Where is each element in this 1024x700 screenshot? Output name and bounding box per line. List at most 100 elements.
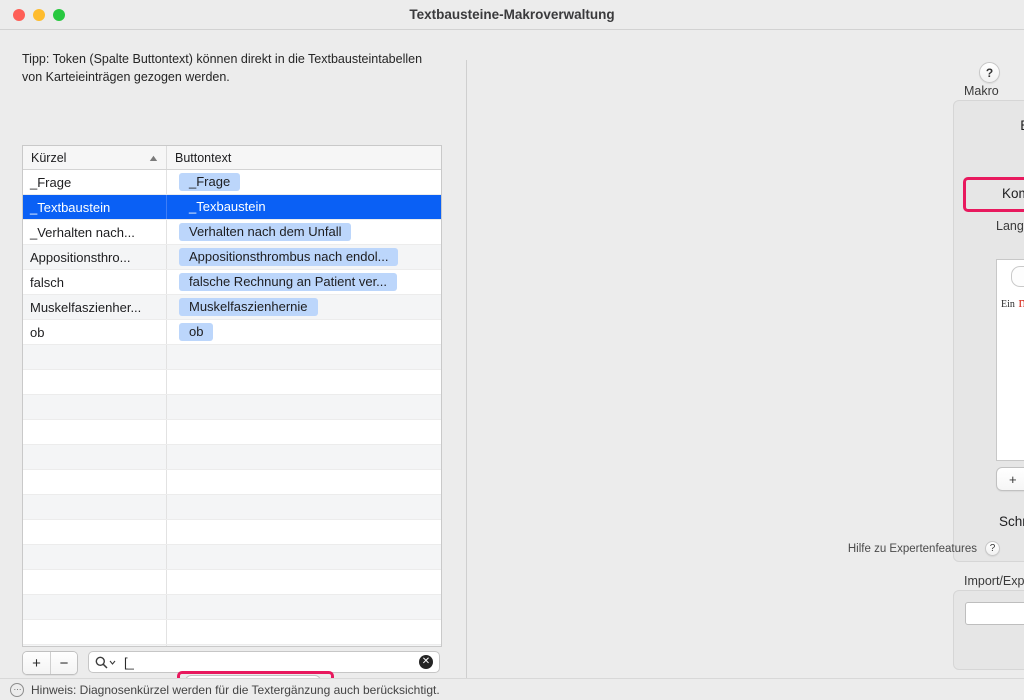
table-row-empty[interactable] (23, 420, 441, 445)
table-row-empty[interactable] (23, 620, 441, 645)
traffic-light-controls[interactable] (0, 8, 65, 21)
buttontext-token[interactable]: _Frage (179, 173, 241, 191)
column-header-kuerzel-label: Kürzel (31, 150, 67, 165)
field-row-kuerzel: Kürzel _Textbaustein (986, 146, 1024, 168)
font-size-inherit-row: Schriftgrößenübernahme ? wie praxisweit … (999, 509, 1024, 533)
table-row[interactable]: falsch falsche Rechnung an Patient ver... (23, 270, 441, 295)
remove-macro-button[interactable]: − (50, 652, 77, 674)
search-input[interactable]: [_ (116, 655, 419, 670)
table-row-empty[interactable] (23, 470, 441, 495)
styled-run-neuer: neuer (1018, 295, 1024, 311)
table-add-remove-group[interactable]: + − (22, 651, 78, 675)
close-window-icon[interactable] (13, 8, 25, 21)
cell-buttontext: Verhalten nach dem Unfall (167, 220, 441, 244)
dialog-help-button[interactable]: ? (979, 62, 1000, 83)
search-icon[interactable] (95, 656, 116, 669)
buttontext-token[interactable]: falsche Rechnung an Patient ver... (179, 273, 398, 291)
cell-kuerzel (23, 570, 167, 594)
cell-buttontext: Appositionsthrombus nach endol... (167, 245, 441, 269)
langtext-line-1: Auswahl Karteieinträge ANA,DOK,DIA (1011, 266, 1024, 287)
clear-search-icon[interactable]: ✕ (419, 655, 433, 669)
window-title: Textbausteine-Makroverwaltung (409, 7, 615, 22)
cell-buttontext (167, 570, 441, 594)
buttontext-token[interactable]: _Texbaustein (179, 198, 276, 216)
macro-table[interactable]: Kürzel ▲ Buttontext _Frage _Frage _Textbau… (22, 145, 442, 647)
langtext-label: Langtext (996, 219, 1024, 233)
cell-kuerzel: _Textbaustein (23, 195, 167, 219)
cell-buttontext: Muskelfaszienhernie (167, 295, 441, 319)
column-header-buttontext-label: Buttontext (175, 150, 232, 165)
label-schriftgroessenuebernahme: Schriftgrößenübernahme (999, 513, 1024, 529)
table-row-empty[interactable] (23, 345, 441, 370)
expert-help-label: Hilfe zu Expertenfeatures (847, 542, 977, 555)
column-header-buttontext[interactable]: Buttontext (167, 146, 441, 169)
buttontext-token[interactable]: Appositionsthrombus nach endol... (179, 248, 399, 266)
sort-ascending-icon: ▲ (147, 152, 160, 163)
add-macro-button[interactable]: + (23, 652, 50, 674)
cell-kuerzel: falsch (23, 270, 167, 294)
table-body[interactable]: _Frage _Frage _Textbaustein _Texbaustein _Ve… (23, 170, 441, 646)
cell-buttontext (167, 445, 441, 469)
makro-group-label: Makro (964, 84, 999, 98)
cell-kuerzel (23, 545, 167, 569)
langtext-editor[interactable]: Auswahl Karteieinträge ANA,DOK,DIA Ein n… (996, 259, 1024, 461)
expert-help-row[interactable]: Hilfe zu Expertenfeatures ? (848, 541, 1000, 556)
table-row[interactable]: _Frage _Frage (23, 170, 441, 195)
table-row[interactable]: _Textbaustein _Texbaustein (23, 195, 441, 220)
table-row[interactable]: _Verhalten nach... Verhalten nach dem Unf… (23, 220, 441, 245)
expert-help-button[interactable]: ? (985, 541, 1000, 556)
status-bar: ⋯ Hinweis: Diagnosenkürzel werden für di… (0, 678, 1024, 700)
table-row-empty[interactable] (23, 570, 441, 595)
table-row-empty[interactable] (23, 645, 441, 646)
import-export-group-label: Import/Export (964, 574, 1024, 588)
cell-kuerzel: Muskelfaszienher... (23, 295, 167, 319)
table-row-empty[interactable] (23, 445, 441, 470)
cell-kuerzel: _Frage (23, 170, 167, 194)
cell-buttontext (167, 595, 441, 619)
cell-buttontext (167, 645, 441, 646)
cell-buttontext (167, 420, 441, 444)
cell-buttontext: ob (167, 320, 441, 344)
styled-text-run-group: Ein neuer Text (1001, 291, 1024, 313)
import-export-path-input[interactable] (965, 602, 1024, 625)
table-row[interactable]: Muskelfaszienher... Muskelfaszienhernie (23, 295, 441, 320)
table-row-empty[interactable] (23, 495, 441, 520)
cell-kuerzel (23, 520, 167, 544)
add-new-question-button[interactable]: + neue Frage (996, 467, 1024, 491)
cell-kuerzel: ob (23, 320, 167, 344)
left-pane: Tipp: Token (Spalte Buttontext) können d… (0, 30, 466, 700)
table-row[interactable]: ob ob (23, 320, 441, 345)
minimize-window-icon[interactable] (33, 8, 45, 21)
buttontext-token[interactable]: Muskelfaszienhernie (179, 298, 318, 316)
buttontext-token[interactable]: Verhalten nach dem Unfall (179, 223, 352, 241)
cell-buttontext (167, 545, 441, 569)
cell-buttontext: _Texbaustein (167, 195, 441, 219)
table-row[interactable]: Appositionsthro... Appositionsthrombus na… (23, 245, 441, 270)
table-row-empty[interactable] (23, 520, 441, 545)
table-row-empty[interactable] (23, 545, 441, 570)
status-bar-text: Hinweis: Diagnosenkürzel werden für die … (31, 682, 440, 697)
buttontext-token[interactable]: ob (179, 323, 214, 341)
plus-icon: + (1009, 471, 1017, 487)
zoom-window-icon[interactable] (53, 8, 65, 21)
cell-kuerzel (23, 395, 167, 419)
field-row-kommando: Kommando $[_Textbaustein]$ Kopieren (976, 182, 1024, 205)
cell-buttontext (167, 495, 441, 519)
label-buttontext: Buttontext (986, 118, 1024, 133)
table-row-empty[interactable] (23, 595, 441, 620)
cell-kuerzel: _Verhalten nach... (23, 220, 167, 244)
label-kommando: Kommando (1001, 186, 1024, 201)
cell-buttontext (167, 370, 441, 394)
right-pane: ? Makro Buttontext _Texbaustein Kürzel _… (466, 30, 1024, 700)
token-auswahl-karteieintraege[interactable]: Auswahl Karteieinträge ANA,DOK,DIA (1011, 266, 1024, 287)
column-header-kuerzel[interactable]: Kürzel ▲ (23, 146, 167, 169)
table-row-empty[interactable] (23, 395, 441, 420)
cell-buttontext: _Frage (167, 170, 441, 194)
cell-kuerzel (23, 470, 167, 494)
tip-text: Tipp: Token (Spalte Buttontext) können d… (22, 52, 423, 84)
search-field[interactable]: [_ ✕ (88, 651, 440, 673)
table-row-empty[interactable] (23, 370, 441, 395)
cell-buttontext (167, 395, 441, 419)
cell-kuerzel (23, 445, 167, 469)
cell-kuerzel (23, 645, 167, 646)
